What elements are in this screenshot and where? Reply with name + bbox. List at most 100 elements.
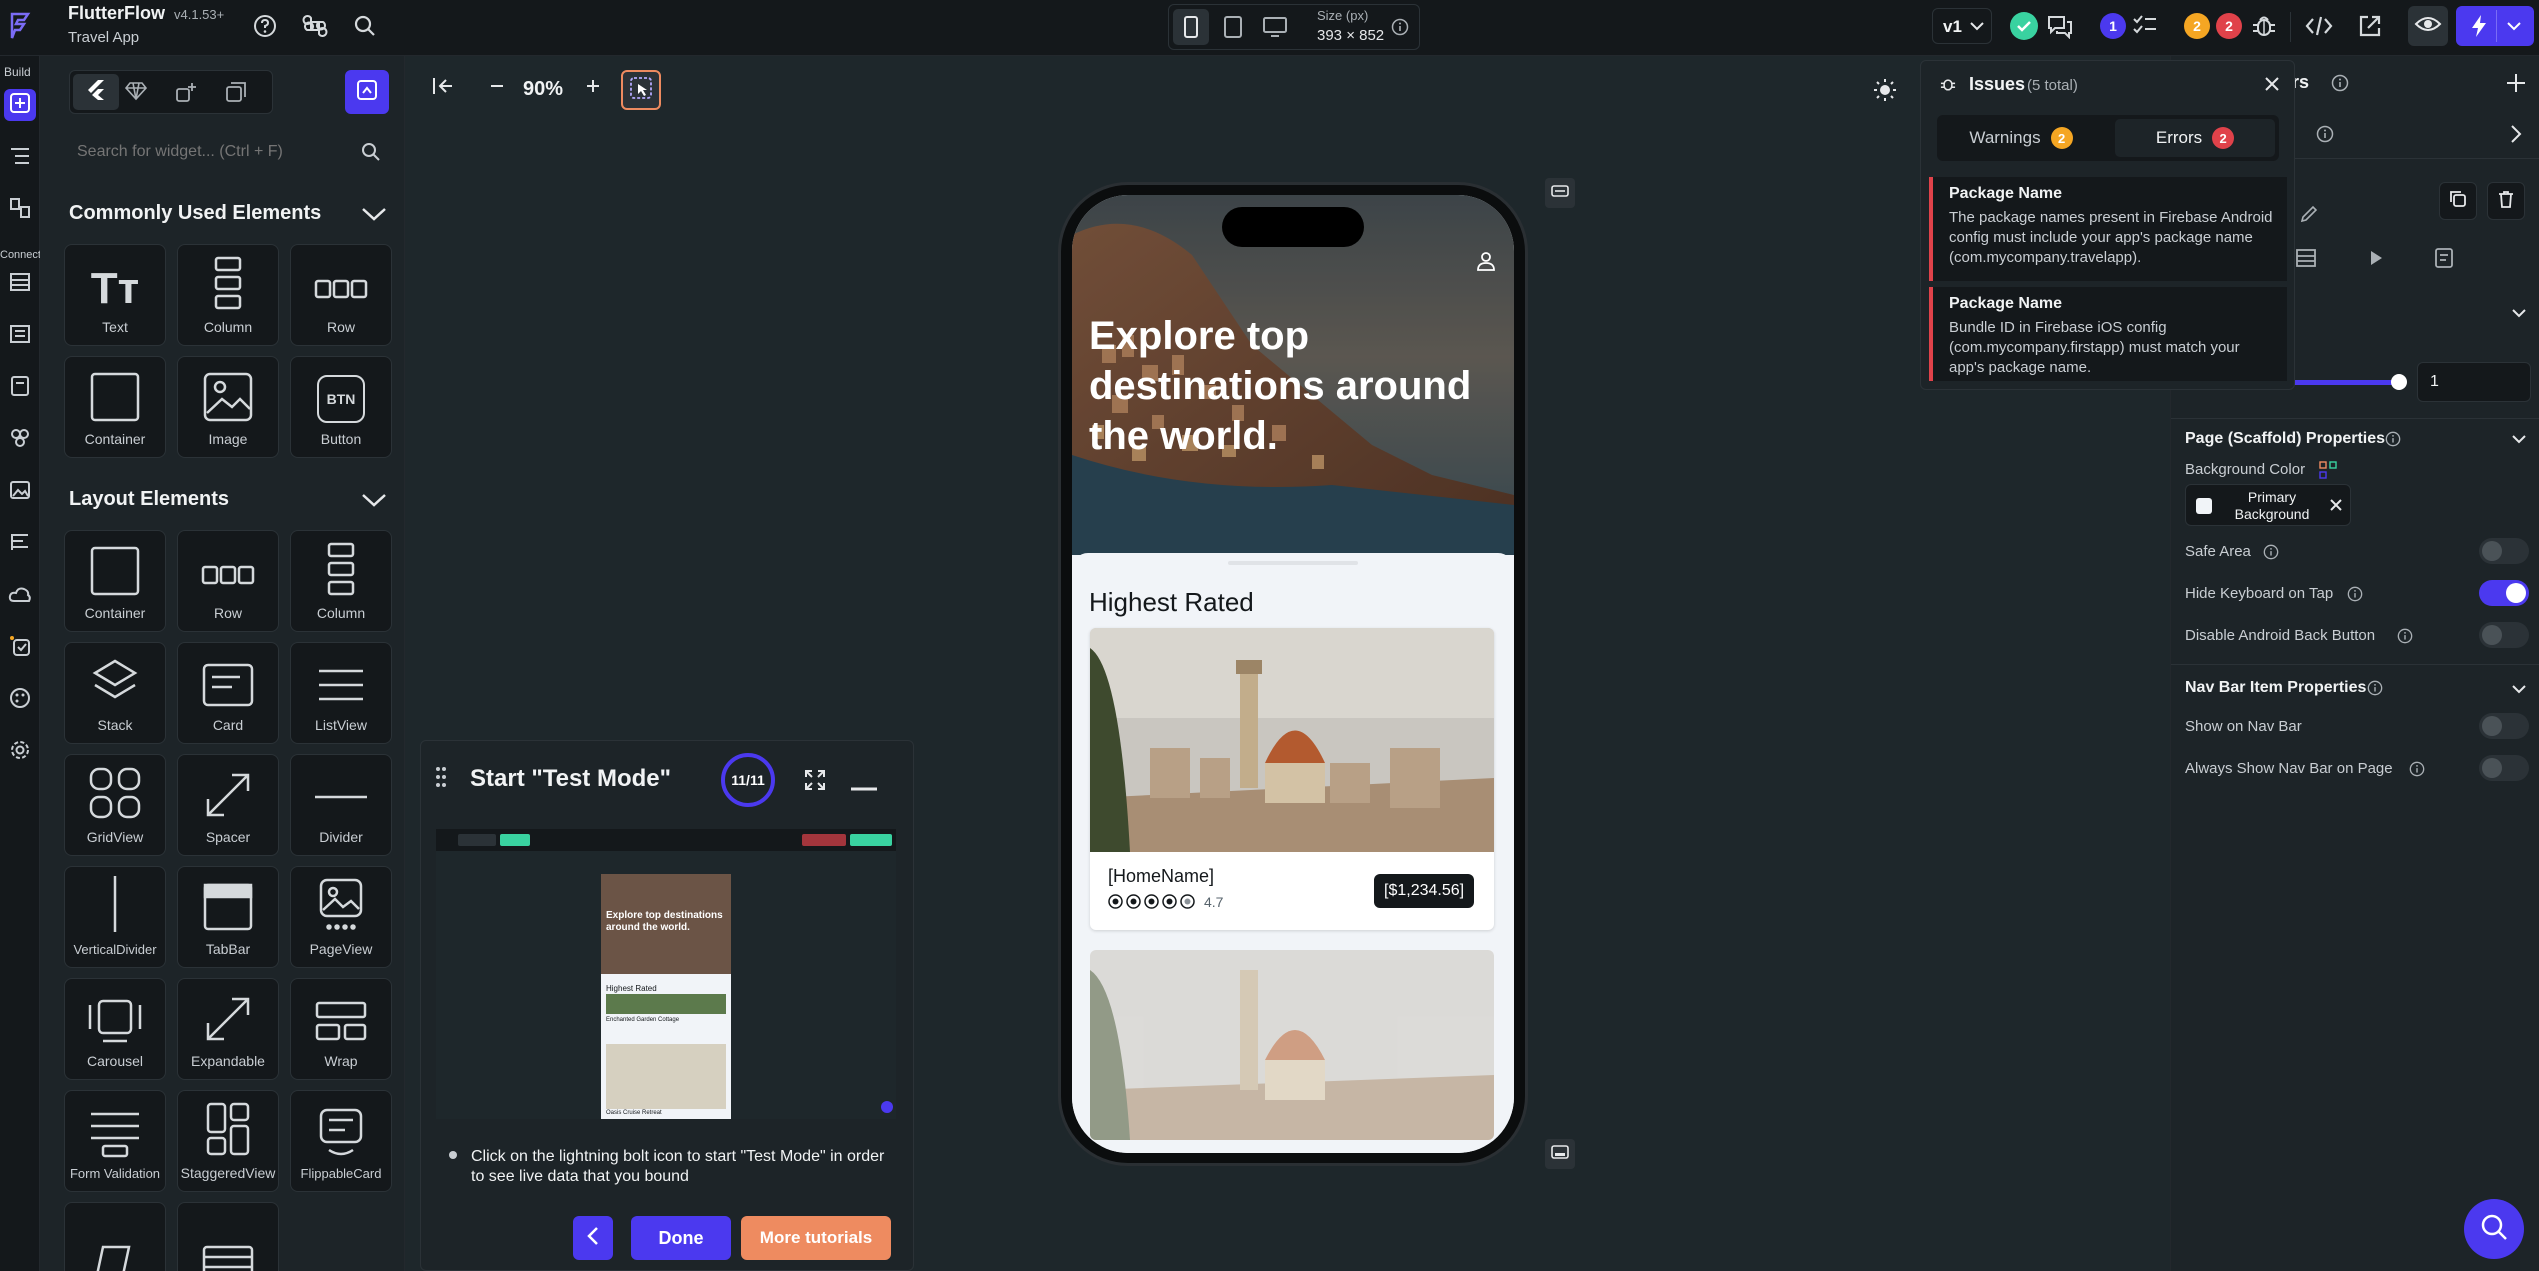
- zoom-out-button[interactable]: [483, 74, 511, 102]
- search-icon[interactable]: [352, 13, 378, 39]
- rail-widget-palette[interactable]: [4, 89, 36, 121]
- widget-tile-divider[interactable]: Divider: [290, 754, 392, 856]
- rail-widget-tree[interactable]: [4, 142, 36, 174]
- rail-agents[interactable]: [4, 632, 36, 664]
- widget-tile-partial[interactable]: [64, 1202, 166, 1271]
- tab-errors[interactable]: Errors 2: [2115, 119, 2275, 157]
- opacity-slider-thumb[interactable]: [2391, 374, 2407, 390]
- close-icon[interactable]: [2263, 75, 2281, 98]
- tab-flutter-widgets[interactable]: [73, 74, 119, 110]
- info-icon[interactable]: [2367, 680, 2383, 701]
- select-mode-button[interactable]: [621, 70, 661, 110]
- tutorial-back-button[interactable]: [573, 1216, 613, 1260]
- tab-backend-query-icon[interactable]: [2295, 247, 2317, 274]
- tab-templates[interactable]: [225, 81, 247, 108]
- widget-tile-flippablecard[interactable]: FlippableCard: [290, 1090, 392, 1192]
- info-icon[interactable]: [2263, 544, 2279, 565]
- widget-tile-listview[interactable]: ListView: [290, 642, 392, 744]
- disable-back-toggle[interactable]: [2479, 622, 2529, 648]
- rail-media-assets[interactable]: [4, 476, 36, 508]
- rail-cloud-functions[interactable]: [4, 580, 36, 612]
- bug-icon[interactable]: [2250, 12, 2278, 40]
- notification-count-badge[interactable]: 1: [2100, 13, 2126, 39]
- info-icon[interactable]: [2397, 628, 2413, 649]
- widget-tile-button[interactable]: BTN Button: [290, 356, 392, 458]
- widget-panel-mode-button[interactable]: [345, 70, 389, 114]
- widget-tile-row[interactable]: Row: [290, 244, 392, 346]
- chat-icon[interactable]: [2046, 13, 2074, 39]
- desktop-device-button[interactable]: [1257, 9, 1293, 45]
- widget-tile-verticaldivider[interactable]: VerticalDivider: [64, 866, 166, 968]
- info-icon[interactable]: [2316, 125, 2334, 148]
- chevron-down-icon[interactable]: [360, 490, 388, 515]
- widget-tile-text[interactable]: Tт Text: [64, 244, 166, 346]
- edit-icon[interactable]: [2299, 204, 2319, 229]
- phone-device-button[interactable]: [1173, 9, 1209, 45]
- widget-tile-partial[interactable]: [177, 1202, 279, 1271]
- errors-count-badge[interactable]: 2: [2216, 13, 2242, 39]
- delete-button[interactable]: [2487, 182, 2525, 220]
- help-icon[interactable]: [252, 13, 278, 39]
- rail-data-types[interactable]: [4, 320, 36, 352]
- more-tutorials-button[interactable]: More tutorials: [741, 1216, 891, 1260]
- widget-tile-gridview[interactable]: GridView: [64, 754, 166, 856]
- hide-keyboard-toggle[interactable]: [2479, 580, 2529, 606]
- warnings-count-badge[interactable]: 2: [2184, 13, 2210, 39]
- minimize-icon[interactable]: [851, 778, 877, 796]
- tab-page-info-icon[interactable]: [2433, 247, 2455, 274]
- check-success-icon[interactable]: [2010, 12, 2038, 40]
- widget-tile-container[interactable]: Container: [64, 530, 166, 632]
- rail-storyboard[interactable]: [4, 194, 36, 226]
- drag-handle-icon[interactable]: [435, 766, 447, 793]
- chevron-down-icon[interactable]: [2511, 306, 2527, 324]
- widget-tile-tabbar[interactable]: TabBar: [177, 866, 279, 968]
- duplicate-button[interactable]: [2439, 182, 2477, 220]
- profile-icon[interactable]: [1475, 250, 1497, 277]
- widget-search-field[interactable]: [69, 132, 389, 172]
- widget-tile-wrap[interactable]: Wrap: [290, 978, 392, 1080]
- info-icon[interactable]: [2385, 431, 2401, 452]
- command-icon[interactable]: [302, 13, 328, 39]
- plus-icon[interactable]: [2505, 72, 2527, 99]
- widget-tile-image[interactable]: Image: [177, 356, 279, 458]
- tutorial-done-button[interactable]: Done: [631, 1216, 731, 1260]
- light-mode-icon[interactable]: [1873, 78, 1897, 107]
- version-dropdown[interactable]: v1: [1932, 8, 1992, 44]
- close-icon[interactable]: [2328, 497, 2344, 518]
- checklist-icon[interactable]: [2132, 13, 2158, 39]
- tab-warnings[interactable]: Warnings 2: [1941, 119, 2101, 157]
- widget-tile-pageview[interactable]: PageView: [290, 866, 392, 968]
- rail-settings[interactable]: [4, 736, 36, 768]
- tab-play-icon[interactable]: [2367, 247, 2385, 274]
- always-show-nav-toggle[interactable]: [2479, 755, 2529, 781]
- project-name[interactable]: Travel App: [68, 29, 139, 46]
- widget-tile-staggeredview[interactable]: StaggeredView: [177, 1090, 279, 1192]
- widget-tile-card[interactable]: Card: [177, 642, 279, 744]
- size-value[interactable]: 393 × 852: [1317, 27, 1384, 44]
- chevron-right-icon[interactable]: [2509, 124, 2523, 149]
- widget-tile-expandable[interactable]: Expandable: [177, 978, 279, 1080]
- rail-app-state[interactable]: [4, 372, 36, 404]
- collapse-panel-button[interactable]: [429, 74, 457, 102]
- color-palette-icon[interactable]: [2319, 461, 2337, 484]
- widget-tile-spacer[interactable]: Spacer: [177, 754, 279, 856]
- info-icon[interactable]: [2409, 761, 2425, 782]
- background-color-picker[interactable]: Primary Background: [2185, 484, 2351, 526]
- open-external-icon[interactable]: [2357, 13, 2383, 39]
- drag-handle[interactable]: [1228, 561, 1358, 565]
- expand-icon[interactable]: [803, 768, 827, 797]
- rail-api-calls[interactable]: [4, 528, 36, 560]
- widget-search-input[interactable]: [69, 132, 359, 172]
- rail-firestore[interactable]: [4, 268, 36, 300]
- toggle-keyboard-button[interactable]: [1545, 1139, 1575, 1169]
- rail-theme[interactable]: [4, 684, 36, 716]
- flutterflow-logo[interactable]: [6, 10, 34, 42]
- widget-tile-carousel[interactable]: Carousel: [64, 978, 166, 1080]
- tab-components[interactable]: [175, 81, 197, 108]
- property-card[interactable]: [HomeName] 4.7 [$1,234.56]: [1090, 628, 1494, 930]
- chevron-down-icon[interactable]: [360, 204, 388, 229]
- safe-area-toggle[interactable]: [2479, 538, 2529, 564]
- chevron-down-icon[interactable]: [2511, 682, 2527, 700]
- info-icon[interactable]: [1391, 18, 1409, 36]
- issue-item[interactable]: Package Name The package names present i…: [1929, 177, 2287, 281]
